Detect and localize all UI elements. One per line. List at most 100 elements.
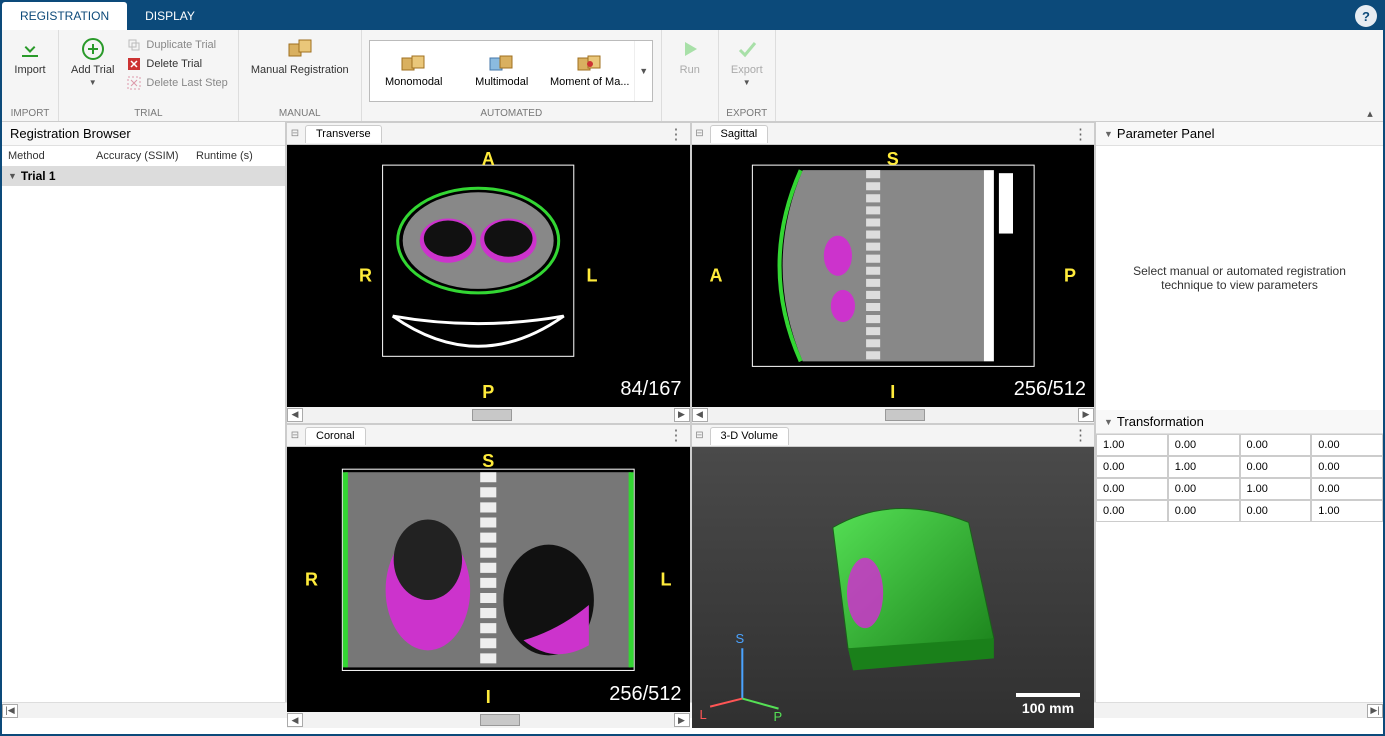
run-button: Run xyxy=(668,32,712,76)
arrow-right-icon[interactable]: ▶ xyxy=(1078,408,1094,422)
volume-canvas[interactable]: S L P 100 mm xyxy=(692,447,1095,729)
tab-display[interactable]: DISPLAY xyxy=(127,2,213,30)
group-export-label: EXPORT xyxy=(726,106,767,121)
collapse-icon[interactable]: ⊟ xyxy=(694,128,706,139)
slice-counter: 84/167 xyxy=(620,378,681,401)
group-automated: Monomodal Multimodal Moment of Ma... ▼ A… xyxy=(362,30,662,121)
orient-s: S xyxy=(887,149,899,170)
view-tab-transverse[interactable]: Transverse xyxy=(305,125,382,143)
coronal-slider[interactable]: ◀ ▶ xyxy=(287,712,690,728)
import-button[interactable]: Import xyxy=(8,32,52,76)
view-sagittal: ⊟ Sagittal ⋮ S I A P 256 xyxy=(692,123,1095,423)
arrow-left-icon[interactable]: ◀ xyxy=(287,713,303,727)
collapse-icon[interactable]: ⊟ xyxy=(694,430,706,441)
axis-s: S xyxy=(736,631,745,646)
arrow-left-icon[interactable]: ◀ xyxy=(692,408,708,422)
export-button: Export ▼ xyxy=(725,32,769,87)
group-manual: Manual Registration MANUAL xyxy=(239,30,362,121)
table-row: 1.00 0.00 0.00 0.00 xyxy=(1096,434,1383,456)
orient-p: P xyxy=(482,382,494,403)
slice-counter: 256/512 xyxy=(1014,378,1086,401)
orient-a: A xyxy=(482,149,495,170)
axis-p: P xyxy=(774,709,783,724)
sagittal-slider[interactable]: ◀ ▶ xyxy=(692,407,1095,423)
duplicate-trial-button: Duplicate Trial xyxy=(122,36,231,54)
auto-multimodal[interactable]: Multimodal xyxy=(458,41,546,101)
param-panel-body: Select manual or automated registration … xyxy=(1096,146,1383,410)
sagittal-canvas[interactable]: S I A P 256/512 xyxy=(692,145,1095,407)
delete-last-step-button: Delete Last Step xyxy=(122,74,231,92)
table-row: 0.00 0.00 1.00 0.00 xyxy=(1096,478,1383,500)
trial-small-buttons: Duplicate Trial Delete Trial Delete Last… xyxy=(122,32,231,92)
chevron-down-icon: ▼ xyxy=(743,78,751,87)
view-tab-coronal[interactable]: Coronal xyxy=(305,427,366,445)
more-icon[interactable]: ⋮ xyxy=(665,125,688,143)
delete-trial-button[interactable]: Delete Trial xyxy=(122,55,231,73)
transformation-title[interactable]: ▼ Transformation xyxy=(1096,410,1383,434)
import-icon xyxy=(17,36,43,62)
tab-bar: REGISTRATION DISPLAY ? xyxy=(2,2,1383,30)
param-panel-title[interactable]: ▼ Parameter Panel xyxy=(1096,122,1383,146)
manual-registration-button[interactable]: Manual Registration xyxy=(245,32,355,76)
view-tab-sagittal[interactable]: Sagittal xyxy=(710,125,769,143)
manual-label: Manual Registration xyxy=(251,64,349,76)
table-row: 0.00 1.00 0.00 0.00 xyxy=(1096,456,1383,478)
help-icon[interactable]: ? xyxy=(1355,5,1377,27)
chevron-down-icon: ▼ xyxy=(89,78,97,87)
trial-row[interactable]: ▼ Trial 1 xyxy=(2,166,285,186)
col-method: Method xyxy=(8,150,96,162)
more-icon[interactable]: ⋮ xyxy=(665,426,688,444)
view-volume: ⊟ 3-D Volume ⋮ xyxy=(692,425,1095,729)
transformation-table: 1.00 0.00 0.00 0.00 0.00 1.00 0.00 0.00 … xyxy=(1096,434,1383,522)
play-icon xyxy=(677,36,703,62)
main: Registration Browser Method Accuracy (SS… xyxy=(2,122,1383,702)
collapse-ribbon-icon[interactable]: ▴ xyxy=(1361,107,1379,119)
view-coronal: ⊟ Coronal ⋮ S I R L xyxy=(287,425,690,729)
arrow-left-icon[interactable]: ◀ xyxy=(287,408,303,422)
arrow-right-icon[interactable]: ▶ xyxy=(674,713,690,727)
arrow-right-icon[interactable]: ▶ xyxy=(674,408,690,422)
axis-l: L xyxy=(700,707,707,722)
slider-thumb[interactable] xyxy=(472,409,512,421)
coronal-canvas[interactable]: S I R L 256/512 xyxy=(287,447,690,713)
auto-monomodal[interactable]: Monomodal xyxy=(370,41,458,101)
add-trial-button[interactable]: Add Trial ▼ xyxy=(65,32,120,87)
more-icon[interactable]: ⋮ xyxy=(1069,125,1092,143)
auto-moment[interactable]: Moment of Ma... xyxy=(546,41,634,101)
slider-thumb[interactable] xyxy=(885,409,925,421)
automated-dropdown[interactable]: ▼ xyxy=(634,41,652,101)
arrow-right-icon[interactable]: ▶| xyxy=(1367,704,1383,718)
orient-a: A xyxy=(710,265,723,286)
orient-r: R xyxy=(359,265,372,286)
slider-thumb[interactable] xyxy=(480,714,520,726)
duplicate-icon xyxy=(126,37,142,53)
delete-step-icon xyxy=(126,75,142,91)
export-label: Export xyxy=(731,64,763,76)
collapse-icon[interactable]: ⊟ xyxy=(289,128,301,139)
view-tab-volume[interactable]: 3-D Volume xyxy=(710,427,789,445)
group-run: Run xyxy=(662,30,718,121)
viewport-grid: ⊟ Transverse ⋮ A P R L 8 xyxy=(286,122,1095,702)
triangle-icon: ▼ xyxy=(8,171,17,181)
group-trial: Add Trial ▼ Duplicate Trial Delete Trial… xyxy=(59,30,239,121)
param-hint: Select manual or automated registration … xyxy=(1116,264,1363,292)
transverse-slider[interactable]: ◀ ▶ xyxy=(287,407,690,423)
tab-registration[interactable]: REGISTRATION xyxy=(2,2,127,30)
plus-icon xyxy=(80,36,106,62)
scale-bar: 100 mm xyxy=(1016,693,1080,718)
registration-browser: Registration Browser Method Accuracy (SS… xyxy=(2,122,286,702)
boxes-icon xyxy=(287,36,313,62)
check-icon xyxy=(734,36,760,62)
view-transverse: ⊟ Transverse ⋮ A P R L 8 xyxy=(287,123,690,423)
triangle-icon: ▼ xyxy=(1104,417,1113,427)
orient-p: P xyxy=(1064,265,1076,286)
group-automated-label: AUTOMATED xyxy=(480,106,542,121)
collapse-icon[interactable]: ⊟ xyxy=(289,430,301,441)
arrow-left-icon[interactable]: |◀ xyxy=(2,704,18,718)
more-icon[interactable]: ⋮ xyxy=(1069,426,1092,444)
group-manual-label: MANUAL xyxy=(279,106,321,121)
transverse-canvas[interactable]: A P R L 84/167 xyxy=(287,145,690,407)
slice-counter: 256/512 xyxy=(609,683,681,706)
add-trial-label: Add Trial xyxy=(71,64,114,76)
orient-l: L xyxy=(587,265,598,286)
